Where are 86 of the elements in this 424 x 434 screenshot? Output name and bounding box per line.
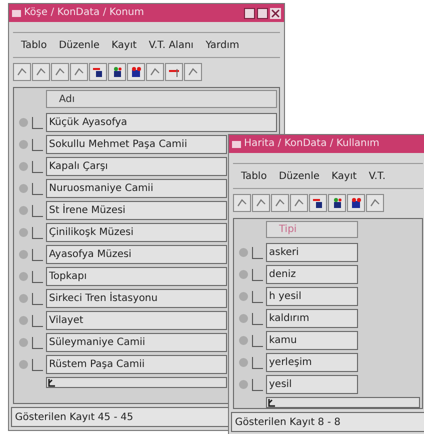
horizontal-scrollbar[interactable] — [46, 377, 227, 388]
column-header[interactable]: Adı — [59, 92, 75, 106]
menu-item[interactable]: V.T. Alanı — [148, 38, 194, 52]
scroll-left-icon[interactable] — [267, 398, 277, 407]
menu-item[interactable]: Düzenle — [58, 38, 100, 52]
tool-icon — [168, 66, 180, 78]
table-cell[interactable]: Süleymaniye Camii — [46, 333, 227, 352]
tool-icon — [130, 66, 142, 78]
record-count: Gösterilen Kayıt 45 - 45 — [15, 410, 134, 424]
table-cell[interactable]: Nuruosmaniye Camii — [46, 179, 227, 198]
table-cell[interactable]: Topkapı — [46, 267, 227, 286]
menu-item[interactable]: V.T. — [368, 168, 386, 184]
row-selector[interactable] — [32, 270, 43, 282]
row-selector[interactable] — [32, 138, 43, 150]
menu-item[interactable]: Tablo — [241, 168, 267, 184]
close-icon[interactable] — [270, 8, 281, 18]
horizontal-scrollbar[interactable] — [266, 397, 420, 408]
tool-icon — [111, 66, 123, 78]
tool-icon — [274, 197, 286, 209]
tool-icon — [312, 197, 324, 209]
row-selector[interactable] — [252, 268, 263, 280]
menu-item[interactable]: Yardım — [206, 38, 240, 52]
tool-icon — [149, 66, 161, 78]
row-selector[interactable] — [32, 160, 43, 172]
row-selector[interactable] — [252, 378, 263, 390]
window-menu-icon[interactable] — [12, 10, 21, 16]
toolbar-button[interactable] — [328, 194, 346, 212]
table-cell[interactable]: Sokullu Mehmet Paşa Camii — [46, 135, 227, 154]
tool-icon — [331, 197, 343, 209]
toolbar-button[interactable] — [127, 63, 145, 81]
record-count: Gösterilen Kayıt 8 - 8 — [235, 416, 340, 430]
row-selector[interactable] — [32, 358, 43, 370]
row-selector[interactable] — [252, 312, 263, 324]
tool-icon — [35, 66, 47, 78]
row-selector[interactable] — [252, 356, 263, 368]
menu-item[interactable]: Tablo — [21, 38, 47, 52]
table-cell[interactable]: Sirkeci Tren İstasyonu — [46, 289, 227, 308]
tool-icon — [369, 197, 381, 209]
table-cell[interactable]: askeri — [266, 243, 358, 262]
tool-icon — [73, 66, 85, 78]
table-cell[interactable]: kaldırım — [266, 309, 358, 328]
row-selector[interactable] — [32, 116, 43, 128]
toolbar-button[interactable] — [108, 63, 126, 81]
row-selector[interactable] — [32, 182, 43, 194]
table-cell[interactable]: Küçük Ayasofya — [46, 113, 277, 132]
row-selector[interactable] — [252, 334, 263, 346]
tool-icon — [92, 66, 104, 78]
minimize-icon[interactable] — [244, 8, 255, 18]
tool-icon — [54, 66, 66, 78]
toolbar-button[interactable] — [89, 63, 107, 81]
tool-icon — [236, 197, 248, 209]
row-selector[interactable] — [252, 290, 263, 302]
tool-icon — [255, 197, 267, 209]
row-selector[interactable] — [32, 292, 43, 304]
scroll-left-icon[interactable] — [47, 378, 57, 387]
window-menu-icon[interactable] — [232, 140, 241, 148]
menu-item[interactable]: Düzenle — [278, 168, 320, 184]
row-selector[interactable] — [32, 226, 43, 238]
table-cell[interactable]: Rüstem Paşa Camii — [46, 355, 227, 374]
tool-icon — [16, 66, 28, 78]
table-cell[interactable]: Çinilikoşk Müzesi — [46, 223, 227, 242]
toolbar-button[interactable] — [165, 63, 183, 81]
menu-item[interactable]: Kayıt — [112, 38, 137, 52]
row-selector[interactable] — [32, 204, 43, 216]
table-cell[interactable]: h yesil — [266, 287, 358, 306]
table-cell[interactable]: Kapalı Çarşı — [46, 157, 227, 176]
toolbar-button[interactable] — [309, 194, 327, 212]
menu-item[interactable]: Kayıt — [332, 168, 357, 184]
table-cell[interactable]: kamu — [266, 331, 358, 350]
tool-icon — [293, 197, 305, 209]
table-cell[interactable]: Ayasofya Müzesi — [46, 245, 227, 264]
row-selector[interactable] — [32, 314, 43, 326]
table-cell[interactable]: yesil — [266, 375, 358, 394]
maximize-icon[interactable] — [257, 8, 268, 18]
window-title: Köşe / KonData / Konum — [24, 8, 144, 18]
row-selector[interactable] — [32, 336, 43, 348]
table-cell[interactable]: yerleşim — [266, 353, 358, 372]
row-selector[interactable] — [32, 248, 43, 260]
table-cell[interactable]: St İrene Müzesi — [46, 201, 227, 220]
table-cell[interactable]: deniz — [266, 265, 358, 284]
tool-icon — [187, 66, 199, 78]
row-selector[interactable] — [252, 246, 263, 258]
window-title: Harita / KonData / Kullanım — [244, 139, 380, 149]
table-cell[interactable]: Vilayet — [46, 311, 227, 330]
tool-icon — [350, 197, 362, 209]
toolbar-button[interactable] — [347, 194, 365, 212]
